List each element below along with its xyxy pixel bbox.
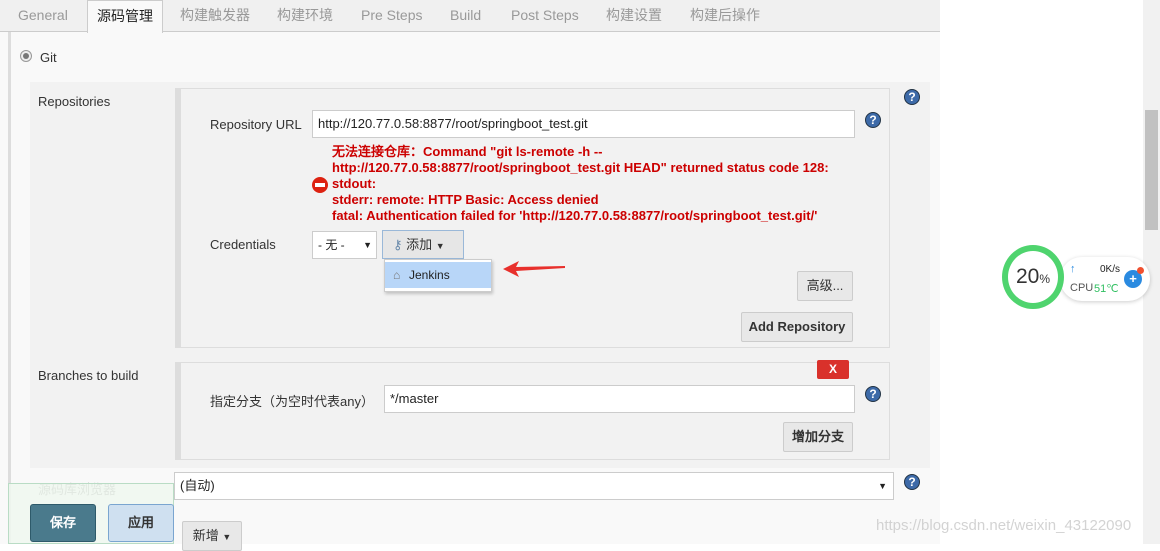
repositories-label: Repositories	[38, 94, 111, 109]
tab-post-steps[interactable]: Post Steps	[511, 0, 579, 32]
help-icon[interactable]: ?	[865, 112, 881, 128]
dropdown-item-jenkins[interactable]: ⌂ Jenkins	[385, 262, 491, 288]
cpu-label: CPU	[1070, 282, 1094, 294]
credentials-value: - 无 -	[318, 238, 345, 252]
browser-select[interactable]: (自动) ▼	[174, 472, 894, 500]
branches-label: Branches to build	[38, 368, 139, 383]
add-behaviour-button[interactable]: 新增 ▼	[182, 521, 242, 551]
net-speed: 0K/s	[1100, 264, 1121, 275]
tab-env[interactable]: 构建环境	[277, 0, 333, 32]
tab-settings[interactable]: 构建设置	[606, 0, 662, 32]
error-line: 无法连接仓库：Command "git ls-remote -h --	[332, 144, 603, 159]
apply-button[interactable]: 应用	[108, 504, 174, 542]
error-line: http://120.77.0.58:8877/root/springboot_…	[332, 160, 829, 175]
scrollbar-thumb[interactable]	[1145, 110, 1158, 230]
percent-unit: %	[1039, 272, 1051, 286]
credentials-dropdown: ⌂ Jenkins	[384, 259, 492, 292]
error-line: fatal: Authentication failed for 'http:/…	[332, 208, 818, 223]
tab-pre-steps[interactable]: Pre Steps	[361, 0, 422, 32]
delete-branch-button[interactable]: X	[817, 360, 849, 379]
upload-arrow-icon: ↑	[1070, 263, 1076, 275]
save-button[interactable]: 保存	[30, 504, 96, 542]
caret-down-icon: ▼	[222, 532, 232, 542]
error-line: stderr: remote: HTTP Basic: Access denie…	[332, 192, 599, 207]
add-credentials-button[interactable]: ⚷ 添加 ▼	[382, 230, 464, 259]
chevron-down-icon: ▼	[363, 240, 372, 250]
error-icon	[312, 177, 328, 193]
add-label: 新增	[192, 528, 219, 543]
help-icon[interactable]: ?	[865, 386, 881, 402]
red-arrow-annotation	[503, 261, 565, 277]
git-radio[interactable]	[20, 50, 32, 62]
add-repository-button[interactable]: Add Repository	[741, 312, 853, 342]
tab-post-build[interactable]: 构建后操作	[690, 0, 760, 32]
advanced-button[interactable]: 高级...	[797, 271, 853, 301]
repository-url-label: Repository URL	[210, 117, 302, 132]
add-label: 添加	[406, 237, 433, 252]
divider	[8, 32, 11, 544]
jenkins-label: Jenkins	[409, 268, 450, 282]
browser-value: (自动)	[180, 478, 215, 493]
error-message: 无法连接仓库：Command "git ls-remote -h -- http…	[332, 144, 829, 224]
git-label: Git	[40, 50, 57, 65]
help-icon[interactable]: ?	[904, 474, 920, 490]
jenkins-home-icon: ⌂	[393, 268, 401, 282]
tab-bar: General 源码管理 构建触发器 构建环境 Pre Steps Build …	[0, 0, 940, 33]
branch-specifier-label: 指定分支（为空时代表any）	[210, 394, 374, 409]
tab-triggers[interactable]: 构建触发器	[180, 0, 250, 32]
caret-down-icon: ▼	[435, 241, 445, 251]
tab-build[interactable]: Build	[450, 0, 481, 32]
credentials-label: Credentials	[210, 237, 276, 252]
cpu-usage-circle[interactable]: 20%	[1002, 245, 1064, 309]
branch-specifier-input[interactable]: */master	[384, 385, 855, 413]
monitor-widget[interactable]: ↑ 0K/s CPU 51℃ +	[1060, 257, 1150, 301]
cpu-percent: 20	[1015, 265, 1040, 288]
save-bar: 保存 应用	[8, 483, 174, 544]
watermark: https://blog.csdn.net/weixin_43122090	[876, 517, 1132, 534]
tab-general[interactable]: General	[18, 0, 68, 32]
repository-url-input[interactable]: http://120.77.0.58:8877/root/springboot_…	[312, 110, 855, 138]
tab-scm[interactable]: 源码管理	[87, 0, 163, 33]
help-icon[interactable]: ?	[904, 89, 920, 105]
add-branch-button[interactable]: 增加分支	[783, 422, 853, 452]
main-panel: General 源码管理 构建触发器 构建环境 Pre Steps Build …	[0, 0, 940, 551]
notification-dot	[1137, 267, 1144, 274]
error-line: stdout:	[332, 176, 377, 191]
credentials-select[interactable]: - 无 - ▼	[312, 231, 377, 259]
cpu-temp: 51℃	[1094, 283, 1119, 295]
chevron-down-icon: ▼	[878, 481, 887, 491]
key-icon: ⚷	[393, 237, 403, 252]
